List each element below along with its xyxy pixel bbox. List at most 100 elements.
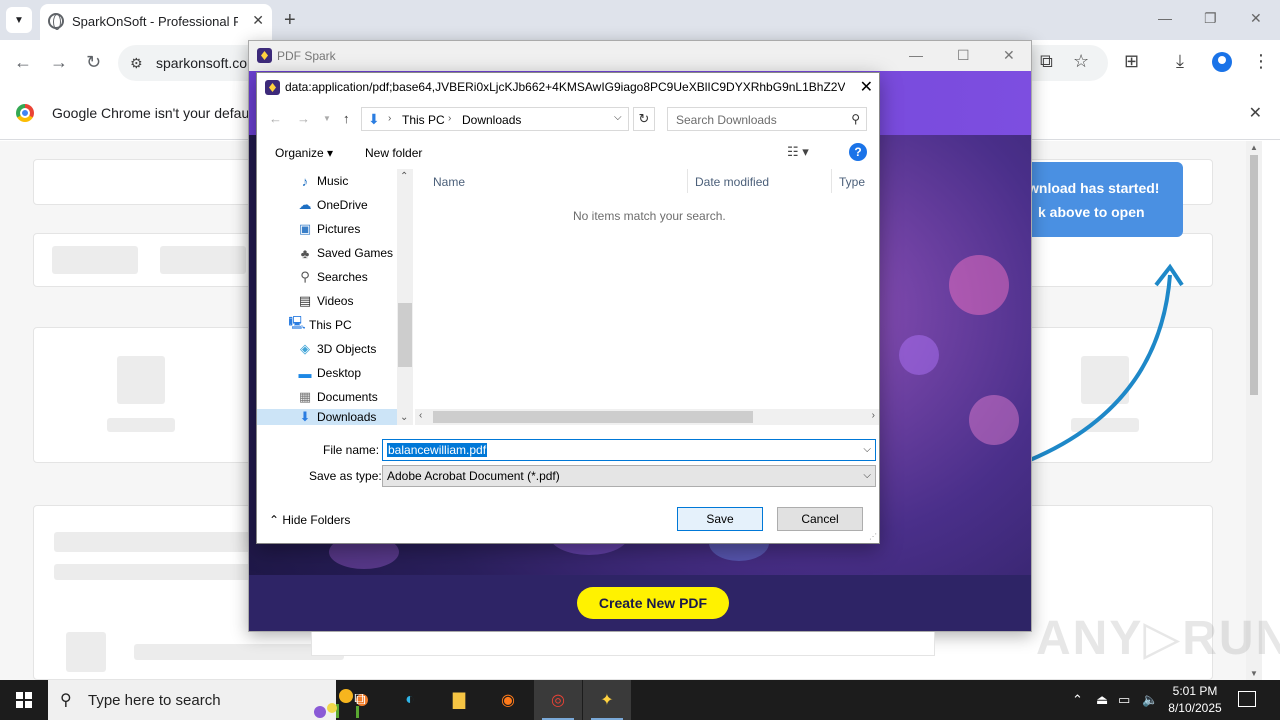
resize-grip-icon[interactable]: ⋰ (869, 532, 877, 541)
file-list-scrollbar[interactable]: ‹ › (415, 409, 879, 425)
save-type-value: Adobe Acrobat Document (*.pdf) (387, 469, 560, 483)
pdf-spark-taskbar-button[interactable]: ✦ (583, 680, 631, 720)
tree-item-this-pc[interactable]: 🖳 This PC (257, 313, 397, 337)
column-divider[interactable] (687, 169, 688, 193)
dialog-close-icon[interactable]: ✕ (860, 77, 873, 97)
infobar-close-icon[interactable]: ✕ (1249, 103, 1262, 123)
save-button[interactable]: Save (677, 507, 763, 531)
tree-item-onedrive[interactable]: ☁ OneDrive (257, 193, 397, 217)
scroll-left-icon[interactable]: ‹ (419, 410, 422, 421)
volume-icon[interactable]: 🔈 (1142, 692, 1158, 708)
breadcrumb-this-pc[interactable]: This PC (402, 113, 445, 127)
search-icon[interactable]: ⚲ (851, 112, 860, 126)
breadcrumb-downloads[interactable]: Downloads (462, 113, 521, 127)
clock-date: 8/10/2025 (1168, 701, 1222, 715)
usb-device-icon[interactable]: ⏏ (1096, 692, 1108, 708)
column-header-date-modified[interactable]: Date modified (695, 175, 769, 189)
refresh-icon[interactable]: ↻ (633, 107, 655, 131)
tree-item-documents[interactable]: ▦ Documents (257, 385, 397, 409)
close-window-icon[interactable]: ✕ (1250, 10, 1262, 27)
extensions-icon[interactable]: ⊞ (1124, 51, 1139, 72)
install-app-icon[interactable]: ⧉ (1040, 51, 1053, 72)
system-clock[interactable]: 5:01 PM 8/10/2025 (1164, 683, 1226, 717)
browser-tab[interactable]: SparkOnSoft - Professional PDF ✕ (40, 4, 272, 40)
chrome-logo-icon (16, 104, 34, 122)
new-tab-button[interactable]: + (284, 9, 296, 32)
scroll-up-icon[interactable]: ▲ (1250, 143, 1258, 152)
scroll-right-icon[interactable]: › (872, 410, 875, 421)
chrome-taskbar-button[interactable]: ◎ (534, 680, 582, 720)
scroll-down-icon[interactable]: ▼ (1250, 669, 1258, 678)
chevron-down-icon[interactable]: ⌵ (614, 112, 622, 123)
chevron-down-icon[interactable]: ⌵ (863, 470, 871, 481)
column-header-name[interactable]: Name (433, 175, 465, 189)
organize-button[interactable]: Organize ▾ (275, 146, 333, 160)
profile-avatar[interactable] (1212, 52, 1232, 72)
view-options-icon[interactable]: ☷ ▾ (787, 144, 809, 160)
edge-icon[interactable]: ◐ (398, 688, 422, 712)
cancel-button[interactable]: Cancel (777, 507, 863, 531)
tab-close-icon[interactable]: ✕ (252, 12, 264, 29)
scrollbar-thumb[interactable] (1250, 155, 1258, 395)
page-scrollbar[interactable]: ▲ ▼ (1246, 141, 1262, 680)
column-header-type[interactable]: Type (839, 175, 865, 189)
taskbar-search-box[interactable]: ⚲ Type here to search (48, 680, 368, 720)
bookmark-star-icon[interactable]: ☆ (1073, 51, 1089, 72)
firefox-icon[interactable]: ◉ (496, 688, 520, 712)
scrollbar-thumb[interactable] (398, 303, 412, 367)
reload-icon[interactable]: ↻ (86, 52, 101, 73)
restore-icon[interactable]: ❐ (1204, 10, 1217, 27)
tree-item-music[interactable]: ♪ Music (257, 169, 397, 193)
folder-tree: ♪ Music ☁ OneDrive ▣ Pictures ♣ Saved Ga… (257, 169, 413, 425)
app-maximize-icon[interactable]: ☐ (957, 47, 970, 64)
chevron-down-icon[interactable]: ⌵ (863, 444, 871, 455)
breadcrumb-chevron-icon[interactable]: › (388, 113, 391, 124)
tree-item-videos[interactable]: ▤ Videos (257, 289, 397, 313)
address-breadcrumb[interactable]: ⬇ › This PC › Downloads ⌵ (361, 107, 629, 131)
taskbar-search-placeholder: Type here to search (88, 692, 221, 709)
create-new-pdf-button[interactable]: Create New PDF (577, 587, 729, 619)
back-icon[interactable]: ← (269, 111, 282, 126)
tree-item-pictures[interactable]: ▣ Pictures (257, 217, 397, 241)
search-icon: ⚲ (60, 692, 72, 709)
network-icon[interactable]: ▭ (1118, 692, 1130, 708)
start-button[interactable] (0, 680, 48, 720)
notifications-icon[interactable] (1238, 691, 1256, 707)
tree-item-3d-objects[interactable]: ◈ 3D Objects (257, 337, 397, 361)
dialog-command-bar: Organize ▾ New folder ☷ ▾ ? (257, 139, 879, 167)
app-minimize-icon[interactable]: — (909, 47, 923, 63)
app-close-icon[interactable]: ✕ (1003, 47, 1015, 64)
tree-item-desktop[interactable]: ▬ Desktop (257, 361, 397, 385)
tree-item-label: Downloads (317, 410, 377, 424)
back-icon[interactable]: ← (14, 52, 32, 73)
help-icon[interactable]: ? (849, 143, 867, 161)
scroll-down-icon[interactable]: ⌄ (400, 412, 408, 423)
folder-tree-scrollbar[interactable]: ⌃ ⌄ (397, 169, 413, 425)
tree-item-saved-games[interactable]: ♣ Saved Games (257, 241, 397, 265)
tab-search-button[interactable]: ▼ (6, 7, 32, 33)
file-explorer-icon[interactable]: ▇ (447, 688, 471, 712)
recent-locations-icon[interactable]: ▼ (323, 114, 331, 123)
hide-folders-button[interactable]: ⌃ Hide Folders (269, 513, 350, 527)
new-folder-button[interactable]: New folder (365, 146, 422, 160)
pdf-spark-logo-icon (257, 48, 272, 63)
show-hidden-icons-icon[interactable]: ⌃ (1072, 692, 1083, 708)
save-as-type-select[interactable]: Adobe Acrobat Document (*.pdf) ⌵ (382, 465, 876, 487)
file-name-input[interactable]: balancewilliam.pdf ⌵ (382, 439, 876, 461)
site-info-icon[interactable]: ⚙ (130, 55, 143, 72)
forward-icon[interactable]: → (297, 111, 310, 126)
tree-item-searches[interactable]: ⚲ Searches (257, 265, 397, 289)
forward-icon[interactable]: → (50, 52, 68, 73)
up-folder-icon[interactable]: ↑ (343, 111, 350, 126)
tree-item-downloads[interactable]: ⬇ Downloads (257, 409, 397, 425)
chrome-menu-icon[interactable]: ⋮ (1252, 51, 1270, 72)
breadcrumb-chevron-icon[interactable]: › (448, 113, 451, 124)
minimize-icon[interactable]: — (1158, 10, 1172, 26)
scrollbar-thumb[interactable] (433, 411, 753, 423)
scroll-up-icon[interactable]: ⌃ (400, 171, 408, 182)
file-name-label: File name: (323, 443, 380, 457)
search-downloads-input[interactable]: Search Downloads ⚲ (667, 107, 867, 131)
task-view-icon[interactable]: ⧉ (348, 688, 372, 712)
column-divider[interactable] (831, 169, 832, 193)
downloads-icon[interactable]: ⤓ (1176, 51, 1184, 72)
